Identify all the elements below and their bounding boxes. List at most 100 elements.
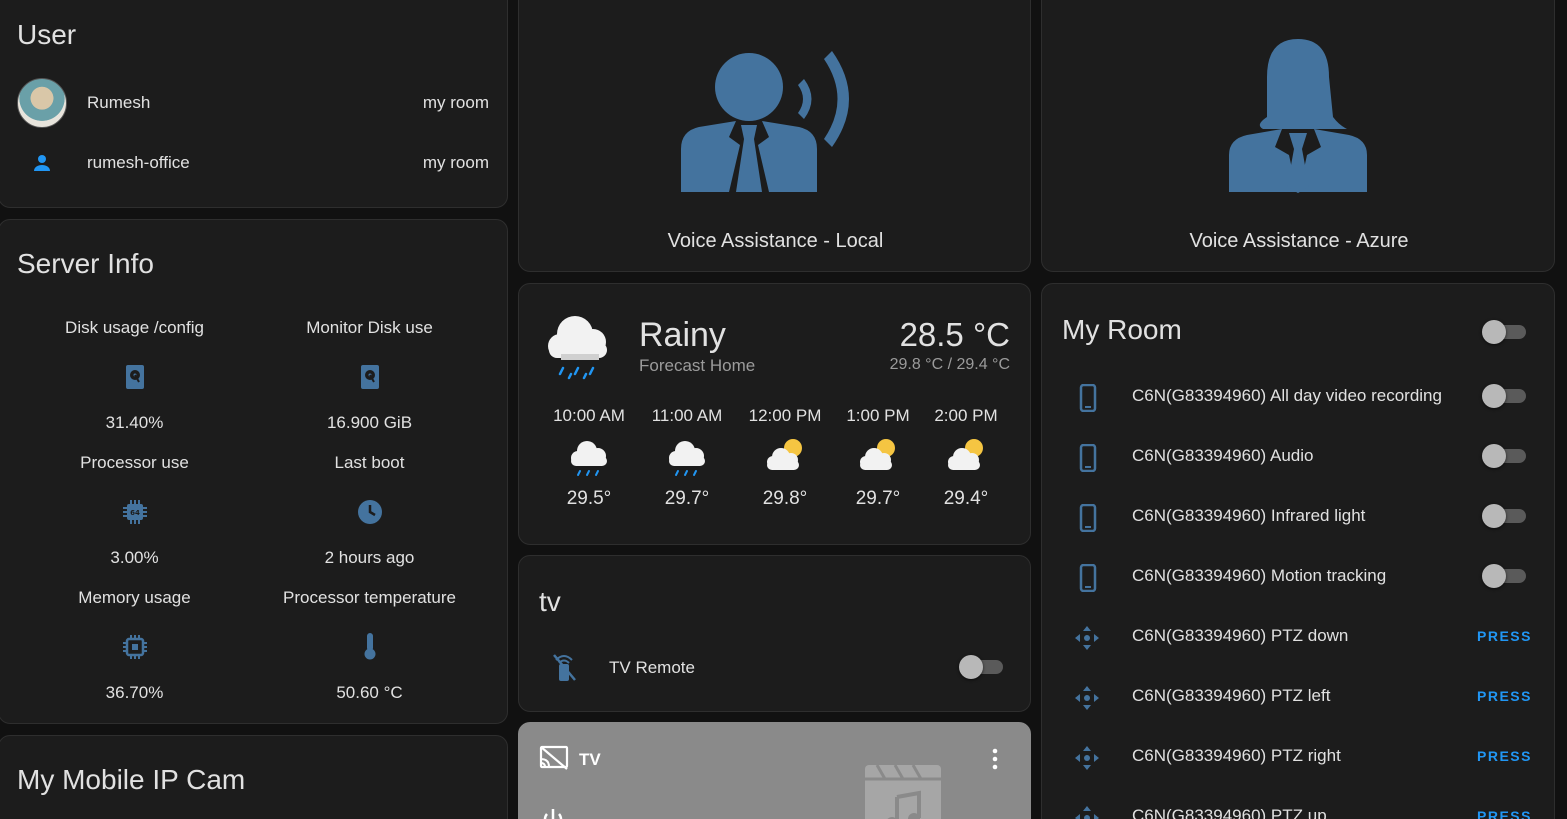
server-cell-label: Processor temperature — [283, 588, 456, 607]
forecast-item: 11:00 AM 29.7° — [642, 406, 732, 510]
weather-temperature: 28.5 °C — [899, 316, 1010, 353]
tv-remote-toggle[interactable] — [959, 654, 1003, 679]
forecast-temp: 29.7° — [664, 488, 710, 509]
cellphone-icon — [1076, 503, 1100, 533]
room-switch-toggle[interactable] — [1482, 383, 1526, 408]
room-switch-row[interactable]: C6N(G83394960) Infrared light — [1042, 498, 1554, 538]
press-button[interactable]: PRESS — [1477, 688, 1532, 704]
forecast-time: 12:00 PM — [748, 406, 822, 425]
press-button[interactable]: PRESS — [1477, 748, 1532, 764]
media-player-card[interactable]: TV — [518, 722, 1031, 819]
svg-text:64: 64 — [130, 509, 140, 517]
user-name: rumesh-office — [87, 153, 190, 172]
remote-off-icon — [551, 652, 577, 682]
server-cell-label: Disk usage /config — [65, 318, 204, 337]
room-switch-label: C6N(G83394960) Infrared light — [1132, 506, 1366, 525]
room-switch-row[interactable]: C6N(G83394960) All day video recording — [1042, 378, 1554, 418]
memory-icon — [17, 634, 252, 660]
server-cell-value: 2 hours ago — [324, 548, 415, 567]
room-switch-toggle[interactable] — [1482, 503, 1526, 528]
cellphone-icon — [1076, 443, 1100, 473]
room-button-label: C6N(G83394960) PTZ up — [1132, 806, 1327, 819]
arrow-all-icon — [1074, 745, 1099, 770]
forecast-time: 10:00 AM — [553, 406, 625, 425]
forecast-item: 2:00 PM 29.4° — [921, 406, 1011, 510]
room-switch-label: C6N(G83394960) All day video recording — [1132, 386, 1442, 405]
room-switch-row[interactable]: C6N(G83394960) Motion tracking — [1042, 558, 1554, 598]
tv-remote-label: TV Remote — [609, 658, 695, 677]
rainy-icon — [665, 438, 709, 478]
server-cell-label: Monitor Disk use — [306, 318, 433, 337]
face-woman-tie-icon — [1227, 37, 1369, 195]
weather-high-low: 29.8 °C / 29.4 °C — [889, 356, 1010, 373]
more-vertical-icon[interactable] — [985, 747, 1005, 771]
room-switch-row[interactable]: C6N(G83394960) Audio — [1042, 438, 1554, 478]
user-location: my room — [422, 153, 489, 172]
room-button-label: C6N(G83394960) PTZ down — [1132, 626, 1349, 645]
forecast-temp: 29.8° — [762, 488, 808, 509]
room-switch-toggle[interactable] — [1482, 443, 1526, 468]
rainy-icon — [567, 438, 611, 478]
account-voice-icon — [674, 19, 874, 194]
room-switch-label: C6N(G83394960) Audio — [1132, 446, 1314, 465]
tv-card-title: tv — [539, 586, 561, 617]
media-player-label: TV — [579, 750, 601, 769]
clock-icon — [252, 499, 487, 525]
room-switch-toggle[interactable] — [1482, 563, 1526, 588]
room-button-row: C6N(G83394960) PTZ left PRESS — [1042, 678, 1554, 718]
forecast-time: 2:00 PM — [934, 406, 998, 425]
forecast-time: 11:00 AM — [651, 406, 723, 425]
partly-cloudy-icon — [944, 438, 988, 478]
forecast-item: 10:00 AM 29.5° — [544, 406, 634, 510]
user-name: Rumesh — [87, 93, 151, 112]
avatar — [17, 78, 67, 128]
user-card: User Rumesh my room rumesh-office my roo… — [0, 0, 508, 208]
voice-local-card[interactable]: Voice Assistance - Local — [518, 0, 1031, 272]
account-icon — [30, 151, 54, 175]
arrow-all-icon — [1074, 805, 1099, 819]
room-button-row: C6N(G83394960) PTZ down PRESS — [1042, 618, 1554, 658]
server-cell-label: Memory usage — [78, 588, 191, 607]
ipcam-card: My Mobile IP Cam — [0, 735, 508, 819]
voice-local-label: Voice Assistance - Local — [667, 230, 884, 252]
user-row-rumesh[interactable]: Rumesh my room — [0, 75, 507, 129]
room-button-row: C6N(G83394960) PTZ right PRESS — [1042, 738, 1554, 778]
server-info-title: Server Info — [17, 248, 154, 279]
room-button-row: C6N(G83394960) PTZ up PRESS — [1042, 798, 1554, 819]
harddisk-icon — [17, 364, 252, 390]
my-room-master-toggle[interactable] — [1482, 319, 1526, 344]
tv-remote-row[interactable]: TV Remote — [519, 648, 1030, 688]
my-room-card: My Room C6N(G83394960) All day video rec… — [1041, 283, 1555, 819]
server-cell-value: 50.60 °C — [336, 683, 403, 702]
partly-cloudy-icon — [763, 438, 807, 478]
server-info-card: Server Info Disk usage /config 31.40% Mo… — [0, 219, 508, 724]
user-location: my room — [422, 93, 489, 112]
forecast-time: 1:00 PM — [846, 406, 910, 425]
music-file-icon — [863, 763, 943, 819]
forecast-temp: 29.7° — [855, 488, 901, 509]
forecast-item: 12:00 PM 29.8° — [740, 406, 830, 510]
rainy-weather-icon — [543, 312, 613, 382]
server-cell-value: 3.00% — [110, 548, 159, 567]
voice-azure-label: Voice Assistance - Azure — [1189, 230, 1409, 252]
tv-card: tv TV Remote — [518, 555, 1031, 712]
ipcam-card-title: My Mobile IP Cam — [17, 764, 246, 795]
weather-card[interactable]: Rainy Forecast Home 28.5 °C 29.8 °C / 29… — [518, 283, 1031, 545]
user-row-rumesh-office[interactable]: rumesh-office my room — [0, 137, 507, 191]
arrow-all-icon — [1074, 685, 1099, 710]
server-cell-label: Last boot — [334, 453, 405, 472]
server-cell-value: 36.70% — [105, 683, 164, 702]
cast-off-icon — [539, 745, 569, 771]
press-button[interactable]: PRESS — [1477, 628, 1532, 644]
cellphone-icon — [1076, 383, 1100, 413]
harddisk-icon — [252, 364, 487, 390]
arrow-all-icon — [1074, 625, 1099, 650]
power-icon[interactable] — [541, 807, 565, 819]
weather-location: Forecast Home — [639, 356, 756, 375]
cpu-64-bit-icon: 64 — [17, 499, 252, 525]
press-button[interactable]: PRESS — [1477, 808, 1532, 819]
weather-condition: Rainy — [639, 316, 726, 354]
room-switch-label: C6N(G83394960) Motion tracking — [1132, 566, 1387, 585]
partly-cloudy-icon — [856, 438, 900, 478]
voice-azure-card[interactable]: Voice Assistance - Azure — [1041, 0, 1555, 272]
